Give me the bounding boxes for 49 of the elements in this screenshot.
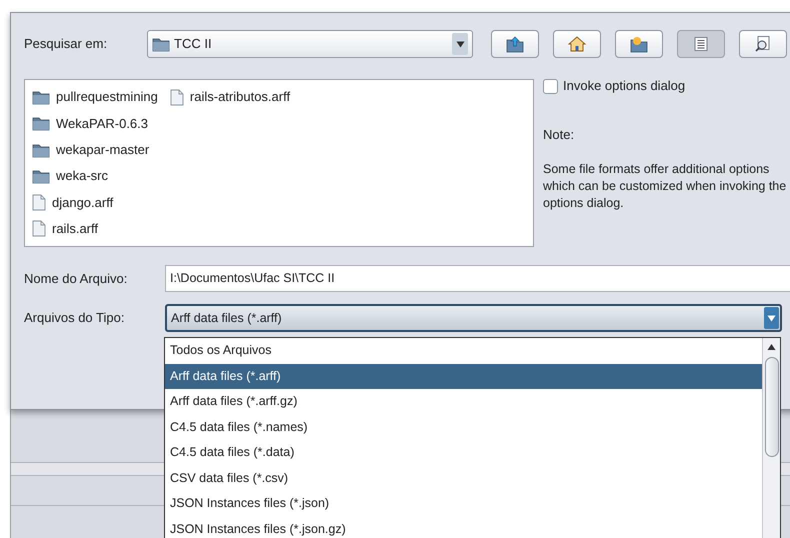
home-button[interactable] [553, 30, 601, 58]
file-type-option[interactable]: C4.5 data files (*.names) [165, 414, 762, 440]
folder-icon [32, 142, 50, 158]
folder-item[interactable]: WekaPAR-0.6.3 [32, 110, 158, 136]
file-item[interactable]: rails.arff [32, 216, 158, 242]
scroll-up-arrow-icon[interactable] [767, 343, 776, 351]
file-item[interactable]: rails-atributos.arff [170, 84, 290, 110]
folder-icon [32, 168, 50, 184]
scrollbar[interactable] [762, 338, 780, 538]
dropdown-arrow-button[interactable] [452, 33, 468, 55]
folder-icon [32, 115, 50, 132]
folder-icon [152, 36, 170, 52]
note-text: Some file formats offer additional options which can be customized when invoking the options dialog. [543, 160, 788, 212]
file-type-option[interactable]: Todos os Arquivos [165, 338, 762, 364]
file-type-option[interactable]: JSON Instances files (*.json.gz) [165, 516, 762, 538]
file-type-label: Arquivos do Tipo: [24, 309, 126, 328]
caret-icon [767, 314, 776, 322]
list-view-icon [693, 36, 709, 52]
file-type-option[interactable]: JSON Instances files (*.json) [165, 491, 762, 516]
file-type-option[interactable]: CSV data files (*.csv) [165, 466, 762, 491]
checkbox[interactable] [543, 78, 558, 94]
look-in-label: Pesquisar em: [24, 35, 108, 54]
folder-item[interactable]: wekapar-master [32, 136, 158, 163]
dropdown-arrow-button[interactable] [764, 307, 779, 329]
details-button[interactable] [739, 30, 787, 58]
up-button[interactable] [491, 30, 539, 58]
file-name-field[interactable]: I:\Documentos\Ufac SI\TCC II [165, 265, 790, 292]
details-view-icon [754, 35, 772, 53]
file-type-option[interactable]: C4.5 data files (*.data) [165, 440, 762, 466]
folder-icon [32, 89, 50, 105]
new-folder-icon [629, 35, 649, 53]
file-name-label: Nome do Arquivo: [24, 270, 128, 288]
folder-up-arrow-icon [505, 35, 525, 53]
file-type-option[interactable]: Arff data files (*.arff) [165, 364, 762, 389]
file-type-option[interactable]: Arff data files (*.arff.gz) [165, 389, 762, 414]
file-type-dropdown[interactable]: Arff data files (*.arff) [165, 304, 782, 332]
folder-item[interactable]: pullrequestmining [32, 84, 158, 110]
document-icon [170, 88, 184, 106]
folder-item[interactable]: weka-src [32, 163, 158, 189]
document-icon [32, 220, 46, 238]
look-in-dropdown[interactable]: TCC II [147, 30, 473, 58]
file-item[interactable]: django.arff [32, 189, 158, 216]
note-title: Note: [543, 126, 576, 144]
checkbox-label[interactable]: Invoke options dialog [563, 76, 686, 96]
list-button[interactable] [677, 30, 725, 58]
home-icon [567, 35, 587, 53]
document-icon [32, 194, 46, 211]
caret-icon [456, 40, 464, 48]
scrollbar-thumb[interactable] [764, 357, 778, 457]
